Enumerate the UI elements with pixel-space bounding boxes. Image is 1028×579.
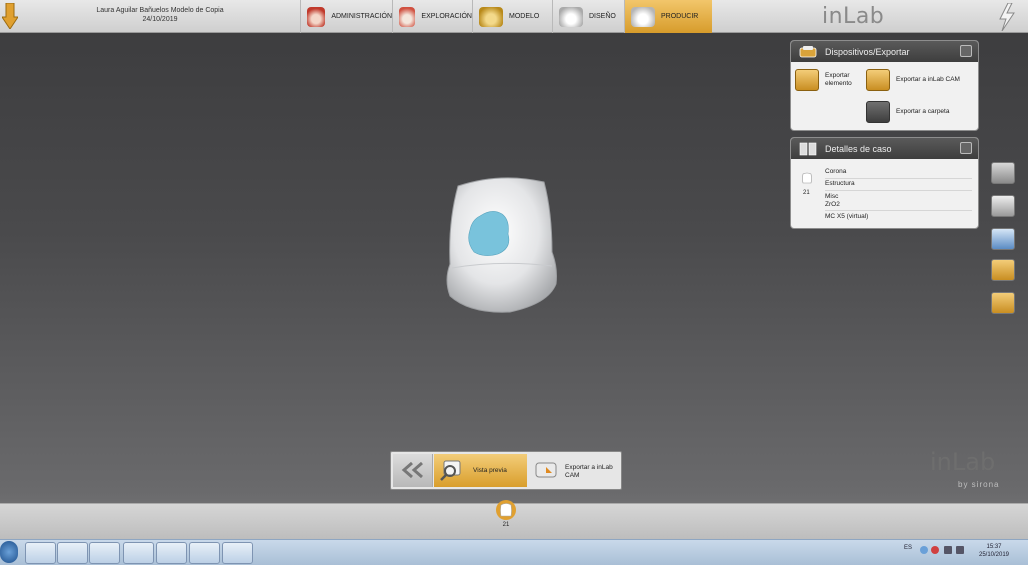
step-label: MODELO <box>509 13 540 20</box>
case-details-title: Detalles de caso <box>825 143 892 154</box>
bottom-toolbar: Vista previa Exportar a inLab CAM <box>390 451 622 490</box>
scanner-app-icon[interactable] <box>156 542 187 564</box>
step-modelo[interactable]: MODELO <box>472 0 552 33</box>
administration-icon <box>307 6 326 27</box>
crown-model[interactable] <box>440 172 560 317</box>
detail-manufacturer: Misc <box>825 193 839 200</box>
pin-icon[interactable] <box>960 142 972 154</box>
export-element-label-line1: Exportar <box>825 72 850 79</box>
cube-view-icon[interactable] <box>991 162 1015 184</box>
produce-icon <box>631 6 655 27</box>
case-details-header: Detalles de caso <box>791 138 978 159</box>
screen-bottom-edge <box>0 565 1028 579</box>
preview-label: Vista previa <box>473 467 507 474</box>
tooth-number-label: 21 <box>502 522 510 528</box>
network-tray-icon[interactable] <box>920 546 928 554</box>
export-cam-label-line1: Exportar a inLab <box>565 464 613 471</box>
step-administracion[interactable]: ADMINISTRACIÓN <box>300 0 392 33</box>
inlab-logo: inLab <box>822 4 885 29</box>
step-label: PRODUCIR <box>661 13 699 20</box>
magnifier-icon <box>440 460 461 481</box>
preview-button[interactable]: Vista previa <box>434 454 527 487</box>
menu-arrow-icon[interactable] <box>2 3 18 29</box>
lightning-icon[interactable] <box>996 3 1016 31</box>
case-tooth-number: 21 <box>803 190 810 196</box>
windows-flag-icon[interactable] <box>123 542 154 564</box>
design-icon <box>559 6 583 27</box>
tooth-thumbnail-icon[interactable] <box>495 499 517 521</box>
detail-machine: MC X5 (virtual) <box>825 213 869 220</box>
case-details-toggle-icon[interactable] <box>991 292 1015 314</box>
step-exploracion[interactable]: EXPLORACIÓN <box>392 0 472 33</box>
detail-divider <box>825 190 972 191</box>
step-label: EXPLORACIÓN <box>421 13 472 20</box>
export-cam-label-line2: CAM <box>565 472 580 479</box>
browser-icon[interactable] <box>25 542 56 564</box>
devices-panel-title: Dispositivos/Exportar <box>825 46 910 57</box>
folder-icon <box>866 101 890 123</box>
start-button[interactable] <box>0 541 18 563</box>
export-folder-label: Exportar a carpeta <box>896 108 950 115</box>
devices-toggle-icon[interactable] <box>991 259 1015 281</box>
export-folder-button[interactable]: Exportar a carpeta <box>866 101 949 123</box>
back-button[interactable] <box>393 454 433 487</box>
security-tray-icon[interactable] <box>931 546 939 554</box>
screen-icon[interactable] <box>991 228 1015 250</box>
step-producir[interactable]: PRODUCIR <box>624 0 712 33</box>
detail-design: Estructura <box>825 180 855 187</box>
pin-icon[interactable] <box>960 45 972 57</box>
devices-icon <box>799 45 817 57</box>
media-player-icon[interactable] <box>89 542 120 564</box>
inlab-cam-icon <box>866 69 890 91</box>
book-icon <box>799 142 817 155</box>
export-inlab-cam-toolbar-button[interactable]: Exportar a inLab CAM <box>528 454 620 487</box>
double-chevron-left-icon <box>401 462 423 478</box>
detail-divider <box>825 178 972 179</box>
detail-divider <box>825 210 972 211</box>
language-indicator[interactable]: ES <box>904 545 912 551</box>
case-details-panel: Detalles de caso 21 Corona Estructura Mi… <box>790 137 979 229</box>
volume-tray-icon[interactable] <box>956 546 964 554</box>
inlab-cam-icon <box>535 462 557 478</box>
crown-thumb-icon <box>802 172 812 184</box>
inlab-watermark: inLab <box>930 448 996 476</box>
step-label: ADMINISTRACIÓN <box>331 13 392 20</box>
export-inlab-cam-label: Exportar a inLab CAM <box>896 76 960 83</box>
design-app-icon[interactable] <box>222 542 253 564</box>
case-name: Laura Aguilar Bañuelos Modelo de Copia <box>96 7 224 14</box>
step-diseno[interactable]: DISEÑO <box>552 0 624 33</box>
clock-date: 25/10/2019 <box>978 552 1010 558</box>
step-label: DISEÑO <box>589 13 616 20</box>
case-date: 24/10/2019 <box>142 16 178 23</box>
model-icon <box>479 6 503 27</box>
file-explorer-icon[interactable] <box>57 542 88 564</box>
export-cam-label: Exportar a inLab CAM <box>565 464 613 480</box>
signal-tray-icon[interactable] <box>944 546 952 554</box>
export-element-button[interactable]: Exportar elemento <box>795 69 852 91</box>
detail-restoration-type: Corona <box>825 168 847 175</box>
clock-time: 15:37 <box>986 544 1002 550</box>
export-inlab-cam-button[interactable]: Exportar a inLab CAM <box>866 69 960 91</box>
export-element-icon <box>795 69 819 91</box>
devices-panel-header: Dispositivos/Exportar <box>791 41 978 62</box>
top-bar: Laura Aguilar Bañuelos Modelo de Copia 2… <box>0 0 1028 33</box>
sirona-watermark: by sirona <box>958 480 1000 489</box>
scan-icon <box>399 6 416 27</box>
windows-taskbar <box>0 539 1028 565</box>
export-element-label: Exportar elemento <box>825 72 852 88</box>
detail-material: ZrO2 <box>825 201 840 208</box>
clock[interactable]: 15:37 25/10/2019 <box>974 543 1014 559</box>
disc-app-icon[interactable] <box>189 542 220 564</box>
magnifier-icon[interactable] <box>991 195 1015 217</box>
devices-panel: Dispositivos/Exportar Exportar elemento … <box>790 40 979 131</box>
export-element-label-line2: elemento <box>825 80 852 87</box>
case-info: Laura Aguilar Bañuelos Modelo de Copia 2… <box>70 6 250 24</box>
